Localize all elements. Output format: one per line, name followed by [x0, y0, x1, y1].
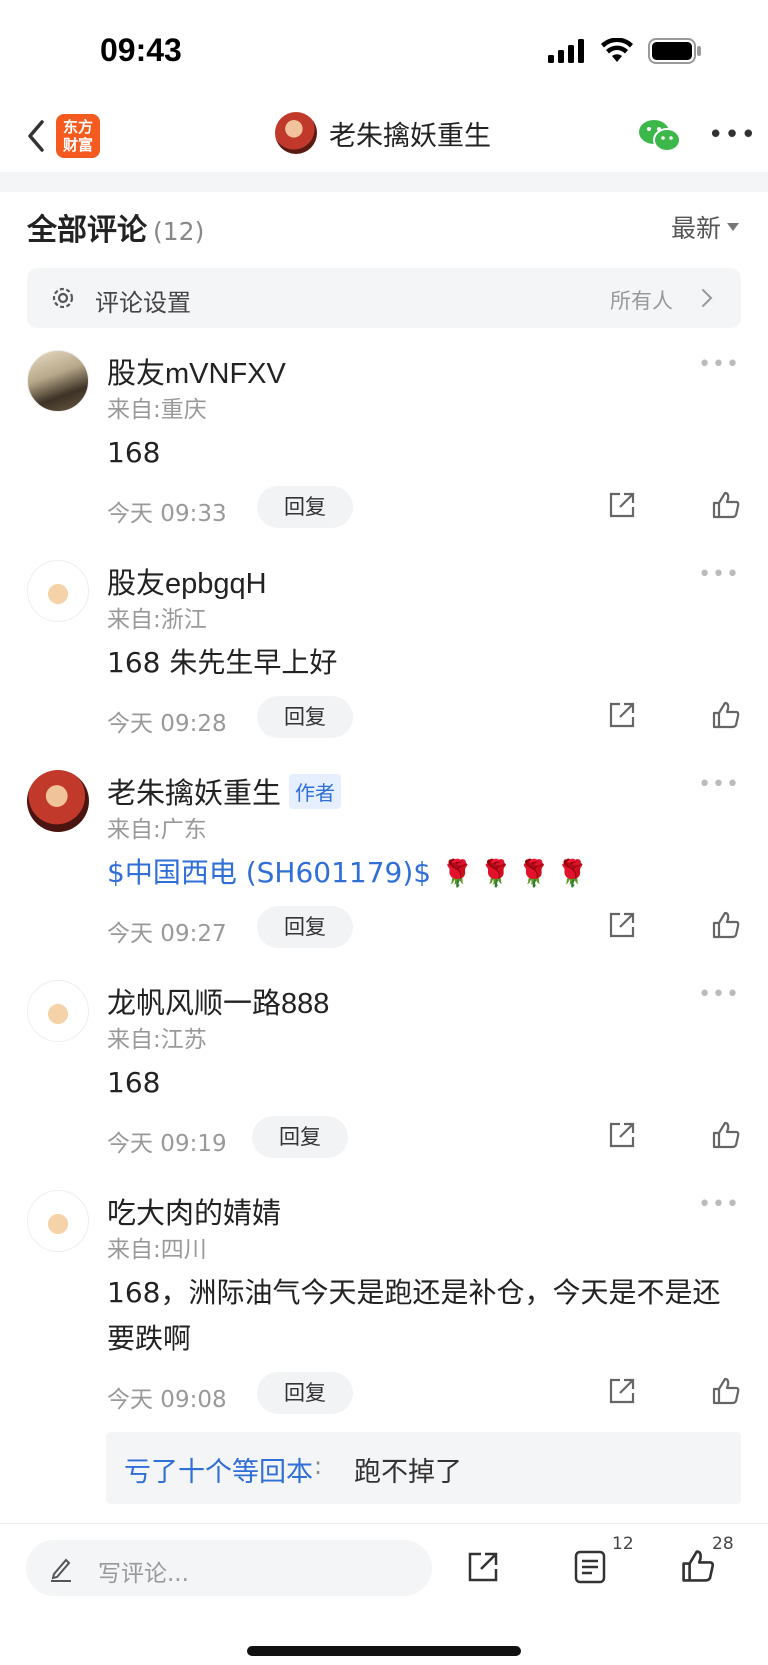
reply-button[interactable]: 回复 [257, 906, 353, 948]
wechat-icon[interactable] [638, 118, 682, 154]
comment-text: 168 朱先生早上好 [107, 646, 338, 679]
more-icon[interactable]: ••• [698, 1192, 740, 1217]
comment-text: 168，洲际油气今天是跑还是补仓，今天是不是还要跌啊 [107, 1276, 721, 1355]
reply-button[interactable]: 回复 [257, 696, 353, 738]
share-icon[interactable] [466, 1550, 500, 1584]
comment-time: 今天 09:08 [107, 1387, 227, 1413]
caret-down-icon [727, 223, 739, 231]
settings-label: 评论设置 [95, 289, 191, 317]
status-icons [548, 38, 702, 64]
comment-item: 股友mVNFXV ••• 来自:重庆 168 今天 09:33 回复 [0, 350, 768, 530]
reply-button[interactable]: 回复 [257, 1372, 353, 1414]
comment-actions: 今天 09:08 回复 [107, 1372, 747, 1416]
comment-time: 今天 09:33 [107, 501, 227, 527]
sub-reply[interactable]: 亏了十个等回本 : 跑不掉了 [106, 1432, 741, 1504]
chevron-right-icon [702, 289, 713, 307]
more-icon[interactable]: ••• [708, 120, 757, 150]
page-title: 老朱擒妖重生 [329, 120, 491, 152]
sub-reply-separator: : [314, 1452, 323, 1480]
wifi-icon [601, 38, 633, 62]
share-icon[interactable] [607, 1376, 637, 1406]
more-icon[interactable]: ••• [698, 562, 740, 587]
comment-time: 今天 09:19 [107, 1131, 227, 1157]
sub-reply-username[interactable]: 亏了十个等回本 [124, 1450, 313, 1489]
comment-text: 168 [107, 436, 161, 469]
comment-location: 来自:四川 [107, 1237, 207, 1263]
stock-link[interactable]: $中国西电 (SH601179)$ [107, 856, 431, 889]
comment-time: 今天 09:27 [107, 921, 227, 947]
divider [0, 172, 768, 192]
comment-settings-row[interactable]: 评论设置 所有人 [27, 268, 741, 328]
comments-title: 全部评论 [27, 213, 147, 248]
comment-text: 168 [107, 1066, 161, 1099]
gear-icon [52, 287, 74, 309]
comment-actions: 今天 09:28 回复 [107, 696, 747, 740]
comment-actions: 今天 09:33 回复 [107, 486, 747, 530]
like-icon[interactable] [711, 910, 741, 940]
like-icon[interactable] [680, 1548, 716, 1584]
more-icon[interactable]: ••• [698, 772, 740, 797]
avatar[interactable] [27, 350, 89, 412]
comments-count-badge: 12 [612, 1534, 634, 1554]
share-icon[interactable] [607, 490, 637, 520]
comment-item: 龙帆风顺一路888 ••• 来自:江苏 168 今天 09:19 回复 [0, 980, 768, 1160]
status-bar: 09:43 [0, 0, 768, 100]
share-icon[interactable] [607, 1120, 637, 1150]
comment-time: 今天 09:28 [107, 711, 227, 737]
reply-button[interactable]: 回复 [257, 486, 353, 528]
reply-button[interactable]: 回复 [252, 1116, 348, 1158]
signal-icon [548, 39, 584, 63]
comment-username[interactable]: 股友epbgqH [107, 560, 267, 602]
like-icon[interactable] [711, 1376, 741, 1406]
comments-count: (12) [153, 217, 205, 246]
comments-header: 全部评论 (12) 最新 [27, 205, 741, 249]
comment-location: 来自:重庆 [107, 397, 207, 423]
back-icon[interactable] [22, 116, 52, 156]
home-indicator [247, 1646, 521, 1656]
avatar[interactable] [27, 980, 89, 1042]
battery-icon [648, 38, 701, 64]
nav-title-group[interactable]: 老朱擒妖重生 [275, 112, 491, 154]
comment-item: 股友epbgqH ••• 来自:浙江 168 朱先生早上好 今天 09:28 回… [0, 560, 768, 740]
share-icon[interactable] [607, 700, 637, 730]
nav-bar: 东方财富 老朱擒妖重生 ••• [0, 100, 768, 172]
comment-location: 来自:浙江 [107, 607, 207, 633]
like-icon[interactable] [711, 700, 741, 730]
comment-username[interactable]: 股友mVNFXV [107, 350, 286, 392]
avatar[interactable] [27, 560, 89, 622]
sort-label: 最新 [670, 214, 721, 243]
like-count-badge: 28 [712, 1534, 734, 1554]
comment-username[interactable]: 吃大肉的婧婧 [107, 1190, 281, 1232]
comments-icon[interactable] [574, 1550, 606, 1584]
more-icon[interactable]: ••• [698, 352, 740, 377]
comment-text: $中国西电 (SH601179)$ 🌹🌹🌹🌹 [107, 850, 727, 897]
rose-emojis: 🌹🌹🌹🌹 [441, 859, 595, 889]
like-icon[interactable] [711, 1120, 741, 1150]
app-logo[interactable]: 东方财富 [56, 114, 100, 158]
author-badge: 作者 [289, 773, 342, 809]
avatar[interactable] [27, 770, 89, 832]
status-time: 09:43 [100, 32, 182, 68]
settings-value: 所有人 [610, 289, 673, 313]
more-icon[interactable]: ••• [698, 982, 740, 1007]
comment-username[interactable]: 龙帆风顺一路888 [107, 980, 329, 1022]
comment-item: 老朱擒妖重生 作者 ••• 来自:广东 $中国西电 (SH601179)$ 🌹🌹🌹… [0, 770, 768, 950]
sort-dropdown[interactable]: 最新 [671, 209, 739, 245]
comment-location: 来自:江苏 [107, 1027, 207, 1053]
like-icon[interactable] [711, 490, 741, 520]
comment-username[interactable]: 老朱擒妖重生 [107, 770, 281, 812]
pencil-icon [51, 1558, 71, 1582]
comment-input[interactable]: 写评论... [26, 1540, 432, 1596]
comment-item: 吃大肉的婧婧 ••• 来自:四川 168，洲际油气今天是跑还是补仓，今天是不是还… [0, 1190, 768, 1420]
avatar[interactable] [27, 1190, 89, 1252]
comment-location: 来自:广东 [107, 817, 207, 843]
comment-actions: 今天 09:27 回复 [107, 906, 747, 950]
share-icon[interactable] [607, 910, 637, 940]
sub-reply-text: 跑不掉了 [354, 1457, 462, 1488]
comment-placeholder: 写评论... [98, 1561, 189, 1587]
author-avatar[interactable] [275, 112, 317, 154]
bottom-bar: 写评论... 12 28 [0, 1523, 768, 1665]
comment-actions: 今天 09:19 回复 [107, 1116, 747, 1160]
